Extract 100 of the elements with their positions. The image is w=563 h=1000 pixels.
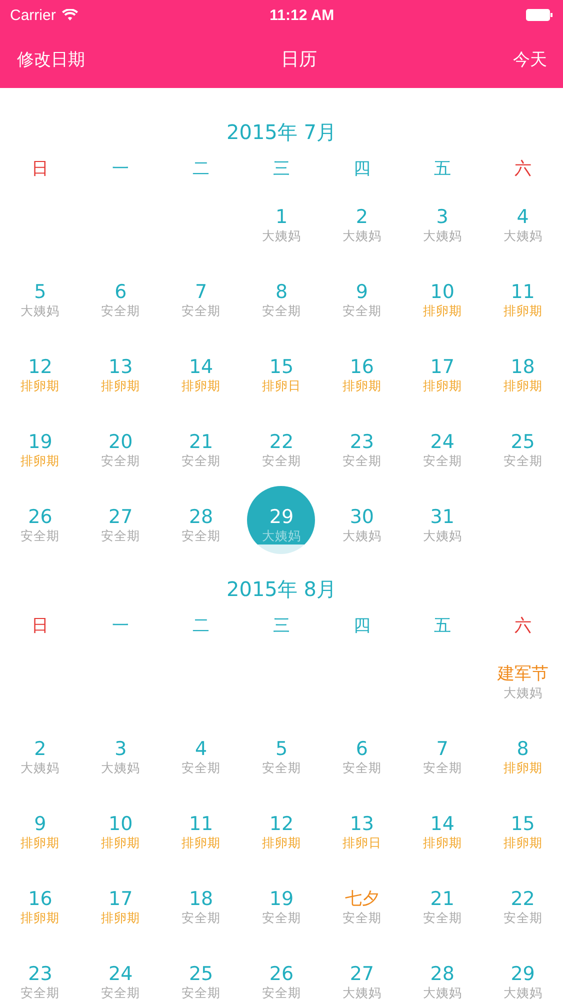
weekday-label: 六	[514, 158, 532, 180]
day-number[interactable]: 2	[356, 206, 368, 228]
day-number[interactable]: 30	[350, 506, 374, 528]
day-note: 安全期	[262, 760, 301, 776]
day-number[interactable]: 建军节	[497, 663, 548, 685]
day-number[interactable]: 12	[28, 356, 52, 378]
day-number[interactable]: 3	[114, 738, 127, 760]
day-number[interactable]: 29	[269, 506, 294, 528]
edit-date-button[interactable]: 修改日期	[17, 48, 85, 70]
day-number[interactable]: 1	[275, 206, 288, 228]
day-number[interactable]: 5	[275, 738, 288, 760]
day-note: 安全期	[101, 303, 140, 319]
day-number[interactable]: 3	[436, 206, 448, 228]
day-note: 排卵期	[503, 835, 542, 851]
day-number[interactable]: 17	[430, 356, 454, 378]
weekday-label: 四	[353, 614, 370, 636]
day-note: 大姨妈	[422, 528, 462, 544]
day-number[interactable]: 13	[108, 356, 133, 378]
day-note: 排卵期	[101, 910, 140, 926]
day-note: 排卵期	[20, 453, 60, 469]
day-note: 大姨妈	[20, 760, 60, 776]
day-number[interactable]: 5	[34, 281, 46, 303]
day-number[interactable]: 13	[350, 813, 374, 835]
day-number[interactable]: 23	[350, 431, 374, 453]
day-note: 排卵期	[342, 378, 382, 394]
day-note: 排卵期	[182, 378, 221, 394]
day-number[interactable]: 28	[430, 963, 454, 985]
day-number[interactable]: 22	[269, 431, 294, 453]
day-number[interactable]: 4	[516, 206, 529, 228]
day-number[interactable]: 26	[28, 506, 52, 528]
day-number[interactable]: 2	[34, 738, 46, 760]
day-number[interactable]: 9	[34, 813, 46, 835]
day-number[interactable]: 10	[430, 281, 454, 303]
day-number[interactable]: 19	[28, 431, 52, 453]
day-number[interactable]: 16	[350, 356, 374, 378]
day-number[interactable]: 17	[108, 888, 133, 910]
weekday-label: 四	[353, 158, 370, 180]
nav-title: 日历	[281, 48, 317, 71]
day-number[interactable]: 24	[108, 963, 133, 985]
day-number[interactable]: 25	[510, 431, 535, 453]
day-number[interactable]: 20	[108, 431, 133, 453]
day-number[interactable]: 6	[114, 281, 127, 303]
day-number[interactable]: 28	[188, 506, 214, 528]
day-number[interactable]: 6	[356, 738, 368, 760]
weekday-label: 日	[32, 158, 49, 180]
day-note: 大姨妈	[342, 228, 382, 244]
day-number[interactable]: 14	[188, 356, 214, 378]
day-number[interactable]: 15	[269, 356, 294, 378]
day-number[interactable]: 21	[188, 431, 214, 453]
day-note: 安全期	[182, 760, 221, 776]
day-note: 大姨妈	[422, 985, 462, 1000]
day-note: 安全期	[342, 453, 382, 469]
weekday-label: 三	[272, 614, 290, 636]
day-number[interactable]: 11	[188, 813, 214, 835]
month-title: 2015年 7月	[226, 120, 336, 144]
day-number[interactable]: 7	[195, 281, 208, 303]
day-number[interactable]: 27	[108, 506, 133, 528]
day-number[interactable]: 18	[510, 356, 535, 378]
day-note: 大姨妈	[503, 685, 542, 701]
day-number[interactable]: 18	[188, 888, 214, 910]
day-note: 安全期	[20, 985, 60, 1000]
day-number[interactable]: 22	[510, 888, 535, 910]
day-number[interactable]: 15	[510, 813, 535, 835]
day-number[interactable]: 12	[269, 813, 294, 835]
day-number[interactable]: 10	[108, 813, 133, 835]
day-number[interactable]: 24	[430, 431, 454, 453]
weekday-label: 三	[272, 158, 290, 180]
day-number[interactable]: 七夕	[344, 888, 379, 910]
day-number[interactable]: 9	[356, 281, 368, 303]
day-note: 安全期	[342, 303, 382, 319]
day-number[interactable]: 23	[28, 963, 52, 985]
day-note: 安全期	[342, 910, 382, 926]
day-number[interactable]: 7	[436, 738, 448, 760]
day-note: 排卵日	[342, 835, 382, 851]
today-button[interactable]: 今天	[513, 48, 547, 70]
day-number[interactable]: 8	[275, 281, 288, 303]
day-number[interactable]: 26	[269, 963, 294, 985]
month-title: 2015年 8月	[226, 577, 336, 601]
day-number[interactable]: 8	[516, 738, 529, 760]
day-number[interactable]: 21	[430, 888, 454, 910]
day-number[interactable]: 31	[430, 506, 454, 528]
day-note: 大姨妈	[262, 228, 301, 244]
day-note: 安全期	[262, 453, 301, 469]
day-number[interactable]: 14	[430, 813, 454, 835]
day-note: 大姨妈	[422, 228, 462, 244]
day-note: 排卵期	[422, 303, 462, 319]
day-number[interactable]: 25	[188, 963, 214, 985]
day-note: 大姨妈	[342, 985, 382, 1000]
day-number[interactable]: 19	[269, 888, 294, 910]
day-note: 排卵期	[101, 835, 140, 851]
day-number[interactable]: 29	[510, 963, 535, 985]
day-note: 安全期	[20, 528, 60, 544]
day-number[interactable]: 4	[195, 738, 208, 760]
day-number[interactable]: 11	[510, 281, 535, 303]
day-note: 安全期	[101, 453, 140, 469]
day-note: 大姨妈	[101, 760, 140, 776]
weekday-label: 一	[112, 158, 130, 180]
day-number[interactable]: 27	[350, 963, 374, 985]
day-note: 排卵期	[422, 835, 462, 851]
day-number[interactable]: 16	[28, 888, 52, 910]
